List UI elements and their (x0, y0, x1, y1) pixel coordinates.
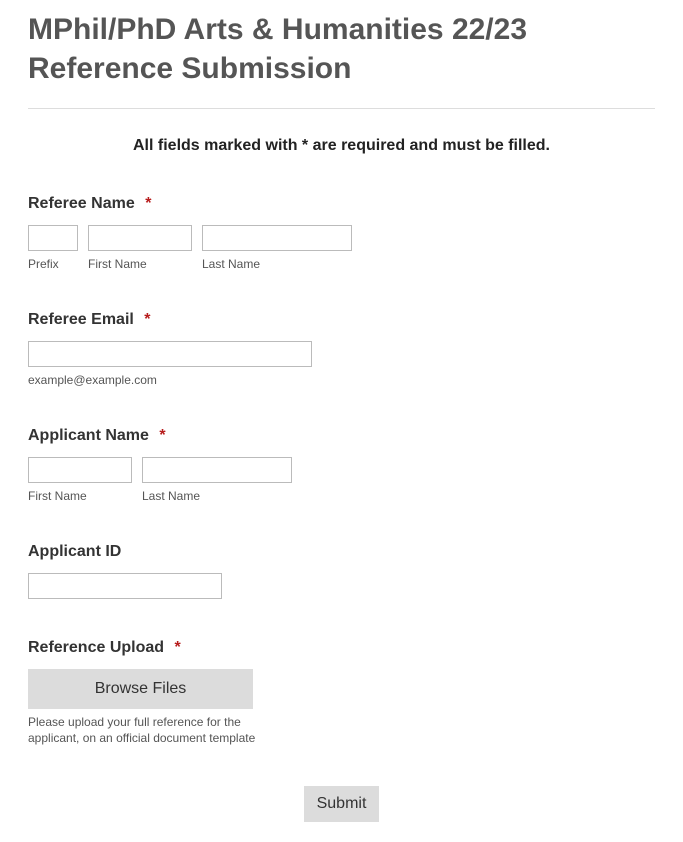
referee-name-row: Prefix First Name Last Name (28, 225, 655, 271)
app-firstname-col: First Name (28, 457, 132, 503)
label-text: Applicant ID (28, 543, 121, 560)
label-text: Reference Upload (28, 639, 164, 656)
lastname-sublabel: Last Name (202, 257, 352, 271)
submit-row: Submit (28, 786, 655, 822)
required-notice: All fields marked with * are required an… (28, 137, 655, 155)
applicant-lastname-input[interactable] (142, 457, 292, 483)
applicant-id-group: Applicant ID (28, 543, 655, 599)
divider (28, 108, 655, 109)
referee-email-input[interactable] (28, 341, 312, 367)
label-text: Referee Name (28, 195, 135, 212)
referee-firstname-input[interactable] (88, 225, 192, 251)
applicant-firstname-input[interactable] (28, 457, 132, 483)
label-text: Applicant Name (28, 427, 149, 444)
app-lastname-sublabel: Last Name (142, 489, 292, 503)
applicant-id-input[interactable] (28, 573, 222, 599)
required-star: * (144, 311, 150, 328)
referee-name-group: Referee Name * Prefix First Name Last Na… (28, 195, 655, 271)
email-hint: example@example.com (28, 373, 655, 387)
app-firstname-sublabel: First Name (28, 489, 132, 503)
prefix-sublabel: Prefix (28, 257, 78, 271)
applicant-name-row: First Name Last Name (28, 457, 655, 503)
app-lastname-col: Last Name (142, 457, 292, 503)
referee-prefix-input[interactable] (28, 225, 78, 251)
firstname-sublabel: First Name (88, 257, 192, 271)
browse-files-button[interactable]: Browse Files (28, 669, 253, 709)
referee-email-label: Referee Email * (28, 311, 655, 329)
required-star: * (159, 427, 165, 444)
referee-lastname-input[interactable] (202, 225, 352, 251)
reference-upload-group: Reference Upload * Browse Files Please u… (28, 639, 655, 746)
required-star: * (145, 195, 151, 212)
upload-hint: Please upload your full reference for th… (28, 715, 258, 746)
required-star: * (175, 639, 181, 656)
applicant-id-label: Applicant ID (28, 543, 655, 561)
form-title: MPhil/PhD Arts & Humanities 22/23 Refere… (28, 10, 655, 88)
lastname-col: Last Name (202, 225, 352, 271)
applicant-name-label: Applicant Name * (28, 427, 655, 445)
submit-button[interactable]: Submit (304, 786, 379, 822)
reference-upload-label: Reference Upload * (28, 639, 655, 657)
referee-email-group: Referee Email * example@example.com (28, 311, 655, 387)
label-text: Referee Email (28, 311, 134, 328)
applicant-name-group: Applicant Name * First Name Last Name (28, 427, 655, 503)
firstname-col: First Name (88, 225, 192, 271)
referee-name-label: Referee Name * (28, 195, 655, 213)
prefix-col: Prefix (28, 225, 78, 271)
